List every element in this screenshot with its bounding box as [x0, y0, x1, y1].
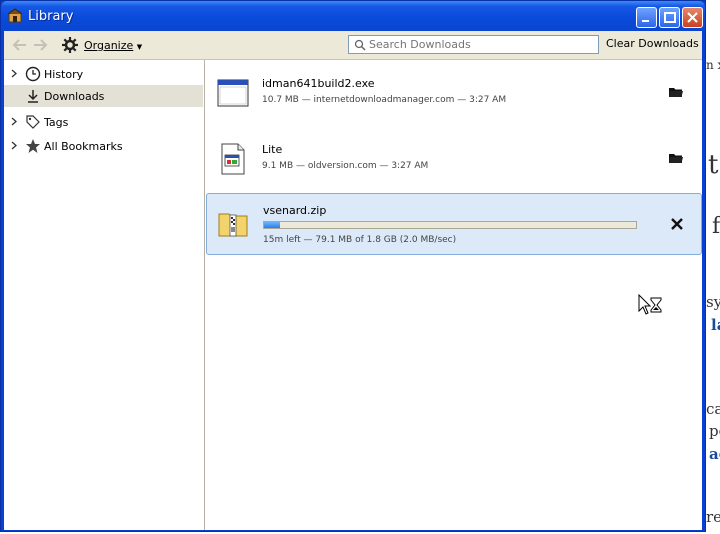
- forward-arrow-icon[interactable]: [32, 37, 50, 53]
- download-filename: idman641build2.exe: [262, 77, 375, 90]
- zip-file-icon: [218, 213, 248, 237]
- bg-fragment: ca: [706, 400, 720, 418]
- sidebar-item-all-bookmarks[interactable]: All Bookmarks: [4, 135, 203, 157]
- download-arrow-icon: [28, 90, 38, 103]
- sidebar: History Downloads Tags All Bookmarks: [4, 60, 205, 530]
- downloads-list: idman641build2.exe 10.7 MB — internetdow…: [205, 60, 702, 530]
- close-icon: [687, 12, 698, 23]
- bg-fragment: n x: [706, 58, 720, 72]
- download-item[interactable]: Lite 9.1 MB — oldversion.com — 3:27 AM: [205, 126, 702, 190]
- organize-label: Organize: [84, 39, 134, 52]
- clear-downloads-button[interactable]: Clear Downloads: [606, 37, 699, 50]
- maximize-button[interactable]: [659, 7, 680, 28]
- sidebar-item-label: Downloads: [44, 90, 105, 103]
- sidebar-item-label: All Bookmarks: [44, 140, 123, 153]
- minimize-icon: [642, 20, 649, 22]
- exe-file-icon: [217, 79, 249, 107]
- busy-cursor-icon: [638, 294, 662, 315]
- library-app-icon: [7, 8, 23, 23]
- expand-twisty-icon[interactable]: [11, 117, 18, 126]
- download-progress-fill: [264, 222, 280, 228]
- sidebar-item-label: History: [44, 68, 84, 81]
- minimize-button[interactable]: [636, 7, 657, 28]
- app-file-icon: [221, 143, 245, 175]
- toolbar: Organize ▼ Clear Downloads: [4, 31, 702, 60]
- download-status: 9.1 MB — oldversion.com — 3:27 AM: [262, 161, 429, 171]
- sidebar-item-history[interactable]: History: [4, 63, 203, 85]
- folder-icon[interactable]: [668, 150, 684, 166]
- bg-link-fragment[interactable]: ac: [709, 445, 720, 463]
- sidebar-item-tags[interactable]: Tags: [4, 111, 203, 133]
- title-bar[interactable]: Library: [1, 1, 705, 31]
- close-window-button[interactable]: [682, 7, 703, 28]
- sidebar-item-downloads[interactable]: Downloads: [4, 85, 203, 107]
- expand-twisty-icon[interactable]: [11, 141, 18, 150]
- search-input[interactable]: [369, 37, 594, 52]
- tag-icon: [26, 115, 40, 129]
- bg-fragment: f: [712, 214, 720, 239]
- organize-button[interactable]: Organize ▼: [60, 37, 143, 53]
- back-arrow-icon[interactable]: [10, 37, 28, 53]
- bg-fragment: sy: [706, 293, 720, 311]
- bg-link-fragment[interactable]: la: [711, 316, 720, 334]
- bg-fragment: pe: [709, 422, 720, 440]
- bg-fragment: re: [706, 508, 720, 526]
- dropdown-arrow-icon: ▼: [136, 43, 143, 51]
- clock-icon: [25, 66, 41, 82]
- library-client: Organize ▼ Clear Downloads History: [4, 31, 702, 530]
- maximize-icon: [664, 12, 676, 23]
- search-field[interactable]: [348, 35, 599, 54]
- download-progress-bar: [263, 221, 637, 229]
- cancel-icon[interactable]: [669, 216, 685, 232]
- download-item[interactable]: idman641build2.exe 10.7 MB — internetdow…: [205, 60, 702, 124]
- expand-twisty-icon[interactable]: [11, 69, 18, 78]
- window-title: Library: [28, 9, 74, 24]
- download-item-active[interactable]: vsenard.zip 15m left — 79.1 MB of 1.8 GB…: [206, 193, 702, 255]
- gear-icon: [62, 37, 78, 53]
- download-filename: vsenard.zip: [263, 204, 327, 217]
- folder-icon[interactable]: [668, 84, 684, 100]
- download-status: 10.7 MB — internetdownloadmanager.com — …: [262, 95, 507, 105]
- star-icon: [26, 139, 40, 153]
- sidebar-item-label: Tags: [44, 116, 69, 129]
- search-icon: [354, 39, 366, 51]
- library-window: Library Organize ▼ Search Downloads Clea…: [0, 0, 706, 532]
- download-filename: Lite: [262, 143, 283, 156]
- download-status: 15m left — 79.1 MB of 1.8 GB (2.0 MB/sec…: [263, 235, 457, 245]
